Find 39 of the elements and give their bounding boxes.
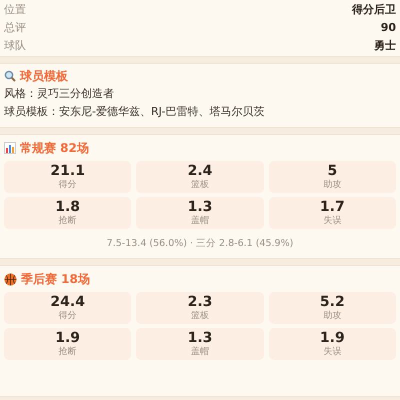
stat-value: 1.8	[55, 199, 80, 215]
shooting-summary: 7.5-13.4 (56.0%) · 三分 2.8-6.1 (45.9%)	[106, 237, 294, 250]
stat-label: 篮板	[190, 179, 209, 191]
field-label: 总评	[4, 20, 26, 34]
stat-label: 失误	[323, 215, 342, 227]
stat-value: 1.9	[55, 330, 80, 346]
stat-label: 篮板	[190, 310, 209, 322]
section-title: 常规赛 82场	[20, 140, 89, 156]
stat-value: 5	[327, 163, 338, 179]
field-value: 90	[380, 20, 396, 34]
stat-label: 助攻	[323, 179, 342, 191]
field-label: 位置	[4, 2, 26, 16]
template-text: 球员模板：安东尼-爱德华兹、RJ-巴雷特、塔马尔贝茨	[4, 104, 266, 120]
basketball-icon	[4, 272, 17, 286]
stat-label: 失误	[323, 346, 342, 358]
stat-value: 1.7	[320, 199, 345, 215]
section-title: 季后赛 18场	[21, 270, 90, 288]
stat-label: 得分	[58, 310, 77, 322]
stat-value: 2.3	[188, 294, 212, 310]
stat-value: 1.9	[320, 330, 345, 346]
stat-value: 24.4	[50, 294, 85, 310]
stat-label: 得分	[58, 179, 77, 191]
search-icon	[4, 70, 16, 82]
stat-label: 助攻	[323, 310, 342, 322]
stat-value: 5.2	[320, 294, 345, 310]
stat-value: 1.3	[188, 199, 212, 215]
stat-label: 抢断	[58, 346, 77, 358]
bar-chart-icon	[4, 142, 16, 154]
stat-label: 抢断	[58, 215, 77, 227]
section-title: 球员模板	[20, 68, 68, 84]
stat-value: 2.4	[188, 163, 212, 179]
field-label: 球队	[4, 38, 26, 52]
stat-value: 1.3	[188, 330, 212, 346]
field-value: 勇士	[374, 38, 396, 52]
field-value: 得分后卫	[352, 2, 396, 16]
stat-label: 盖帽	[190, 215, 209, 227]
stat-value: 21.1	[50, 163, 85, 179]
template-text: 风格：灵巧三分创造者	[4, 86, 115, 102]
stat-label: 盖帽	[190, 346, 209, 358]
